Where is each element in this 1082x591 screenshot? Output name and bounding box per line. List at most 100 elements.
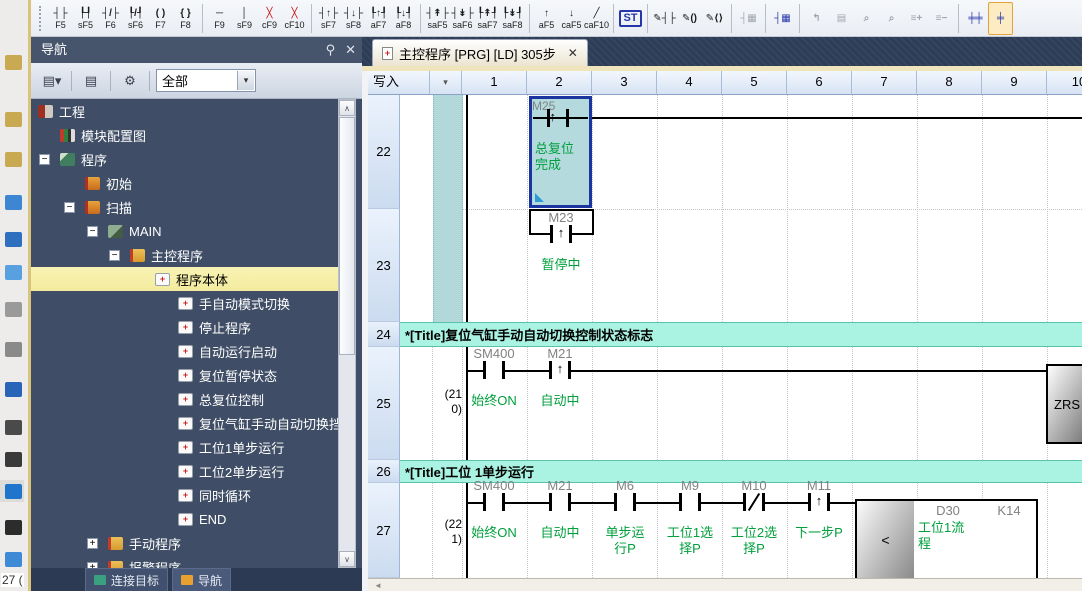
tab-navigation[interactable]: 导航 <box>172 568 231 591</box>
tree-item-program[interactable]: −程序 <box>31 147 338 171</box>
row-number-23[interactable]: 23 <box>368 209 400 322</box>
collapse-icon[interactable]: − <box>39 154 50 165</box>
row-number-25[interactable]: 25 <box>368 347 400 460</box>
closed-branch-button[interactable]: ┞/┦sF6 <box>123 2 148 35</box>
tree-item-alarm-program[interactable]: +报警程序 <box>31 555 338 568</box>
edit-contact-button[interactable]: ✎┤├ <box>652 2 677 35</box>
collapse-icon[interactable]: − <box>64 202 75 213</box>
open-branch-button[interactable]: ┞┦sF5 <box>73 2 98 35</box>
tree-scrollbar[interactable]: ∧ ∨ <box>338 99 356 568</box>
falling-pulse-button[interactable]: ┤↓├sF8 <box>341 2 366 35</box>
row-number-24[interactable]: 24 <box>368 322 400 347</box>
statement-list-button[interactable]: ▤ <box>829 2 854 35</box>
desktop-icon[interactable] <box>5 265 22 280</box>
tree-item-main[interactable]: −MAIN <box>31 219 338 243</box>
close-icon[interactable]: ✕ <box>568 46 578 60</box>
pulse-ne-close-branch-button[interactable]: ┞↡┦saF8 <box>500 2 525 35</box>
device-comment-display-button[interactable]: ┤▦ <box>770 2 795 35</box>
scrollbar-thumb[interactable] <box>339 117 355 355</box>
desktop-icon[interactable] <box>5 420 22 435</box>
tree-item-manual-program[interactable]: +手动程序 <box>31 531 338 555</box>
register-watch-button[interactable]: ≡+ <box>904 2 929 35</box>
instruction-block-zrs[interactable]: ZRS <box>1046 364 1082 444</box>
desktop-icon[interactable] <box>5 552 22 567</box>
expand-icon[interactable]: + <box>87 538 98 549</box>
tree-item-total-reset-control[interactable]: +总复位控制 <box>31 387 338 411</box>
instruction-search-button[interactable]: ⌕ <box>879 2 904 35</box>
desktop-icon[interactable] <box>5 382 22 397</box>
edit-instruction-button[interactable]: ✎⟨⟩ <box>702 2 727 35</box>
tab-connection-target[interactable]: 连接目标 <box>85 568 168 591</box>
tree-item-auto-run-start[interactable]: +自动运行启动 <box>31 339 338 363</box>
desktop-icon[interactable] <box>5 55 22 70</box>
pulse-ne-contact-button[interactable]: ┤↟├saF5 <box>425 2 450 35</box>
desktop-icon[interactable] <box>5 342 22 357</box>
device-comment-edit-button[interactable]: ┤▦ <box>736 2 761 35</box>
coil-button[interactable]: ( )F7 <box>148 2 173 35</box>
tree-item-end[interactable]: +END <box>31 507 338 531</box>
scroll-up-icon[interactable]: ∧ <box>339 100 355 116</box>
convert-pulse-button[interactable]: ↓caF5 <box>559 2 584 35</box>
falling-pulse-branch-button[interactable]: ┞↓┦aF8 <box>391 2 416 35</box>
undo-button[interactable]: ↰ <box>804 2 829 35</box>
rising-pulse-branch-button[interactable]: ┞↑┦aF7 <box>366 2 391 35</box>
wrap-ladder-button[interactable]: ╪╪ <box>963 2 988 35</box>
closed-contact-button[interactable]: ┤/├F6 <box>98 2 123 35</box>
tab-main-control-program[interactable]: + 主控程序 [PRG] [LD] 305步 ✕ <box>372 39 588 66</box>
tree-item-simultaneous-cycle[interactable]: +同时循环 <box>31 483 338 507</box>
edit-coil-button[interactable]: ✎() <box>677 2 702 35</box>
pulse-ne-branch-button[interactable]: ┞↟┦saF7 <box>475 2 500 35</box>
open-contact-button[interactable]: ┤├F5 <box>48 2 73 35</box>
tree-item-stop-program[interactable]: +停止程序 <box>31 315 338 339</box>
collapse-icon[interactable]: − <box>87 226 98 237</box>
ladder-contact-m10[interactable]: M10 工位2选 择P <box>721 478 787 557</box>
rung-title-24[interactable]: *[Title]复位气缸手动自动切换控制状态标志 <box>400 322 1082 347</box>
desktop-icon[interactable] <box>5 152 22 167</box>
ladder-contact-m11[interactable]: M11 下一步P <box>786 478 852 541</box>
device-search-button[interactable]: ⌕ <box>854 2 879 35</box>
compare-instruction-block[interactable]: < D30 K14 工位1流 程 <box>855 499 1038 578</box>
scroll-left-icon[interactable]: ◄ <box>374 581 382 590</box>
rising-pulse-button[interactable]: ┤↑├sF7 <box>316 2 341 35</box>
tree-item-main-control[interactable]: −主控程序 <box>31 243 338 267</box>
tree-sort-button[interactable]: ▤▾ <box>39 69 65 93</box>
row-number-27[interactable]: 27 <box>368 483 400 578</box>
ladder-contact-m21[interactable]: M21 自动中 <box>527 346 593 409</box>
tree-item-manual-auto-switch[interactable]: +手自动模式切换 <box>31 291 338 315</box>
row-number-26[interactable]: 26 <box>368 460 400 483</box>
tree-display-button[interactable]: ▤ <box>78 69 104 93</box>
scroll-down-icon[interactable]: ∨ <box>339 551 355 567</box>
horizontal-line-button[interactable]: ─F9 <box>207 2 232 35</box>
ladder-contact-m23[interactable]: M23 暂停中 <box>528 210 594 273</box>
chevron-down-icon[interactable]: ▾ <box>237 71 254 90</box>
tree-item-module-config[interactable]: 模块配置图 <box>31 123 338 147</box>
selected-cell-m25[interactable]: M25 总复位 完成 <box>529 96 592 208</box>
tree-item-initial[interactable]: 初始 <box>31 171 338 195</box>
editor-horizontal-scrollbar[interactable]: ◄ <box>368 578 1082 591</box>
toolbar-grip[interactable] <box>39 6 45 31</box>
inline-st-button[interactable]: ST <box>618 2 643 35</box>
tree-item-project[interactable]: 工程 <box>31 99 338 123</box>
close-icon[interactable]: ✕ <box>345 37 356 63</box>
header-dropdown-cell[interactable]: ▾ <box>430 71 462 95</box>
filter-dropdown[interactable]: 全部 ▾ <box>156 69 256 92</box>
delete-horizontal-line-button[interactable]: ╳cF9 <box>257 2 282 35</box>
tree-item-reset-pause-state[interactable]: +复位暂停状态 <box>31 363 338 387</box>
desktop-icon[interactable] <box>5 112 22 127</box>
ladder-contact-m6[interactable]: M6 单步运 行P <box>592 478 658 557</box>
desktop-icon[interactable] <box>5 302 22 317</box>
delete-line-button[interactable]: ╱caF10 <box>584 2 609 35</box>
ladder-editor[interactable]: 写入 ▾ 1 2 3 4 5 6 7 8 9 10 22 23 24 2 <box>368 71 1082 578</box>
collapse-icon[interactable]: − <box>109 250 120 261</box>
tree-item-station2-single-step[interactable]: +工位2单步运行 <box>31 459 338 483</box>
vertical-line-button[interactable]: │sF9 <box>232 2 257 35</box>
desktop-icon[interactable] <box>5 232 22 247</box>
pin-icon[interactable]: ⚲ <box>326 37 336 63</box>
tree-item-scan[interactable]: −扫描 <box>31 195 338 219</box>
row-number-22[interactable]: 22 <box>368 95 400 209</box>
tree-item-reset-cylinder-switch[interactable]: +复位气缸手动自动切换挡 <box>31 411 338 435</box>
ladder-contact-sm400[interactable]: SM400 始终ON <box>461 478 527 541</box>
ladder-contact-sm400[interactable]: SM400 始终ON <box>461 346 527 409</box>
delete-vertical-line-button[interactable]: ╳cF10 <box>282 2 307 35</box>
tree-item-station1-single-step[interactable]: +工位1单步运行 <box>31 435 338 459</box>
